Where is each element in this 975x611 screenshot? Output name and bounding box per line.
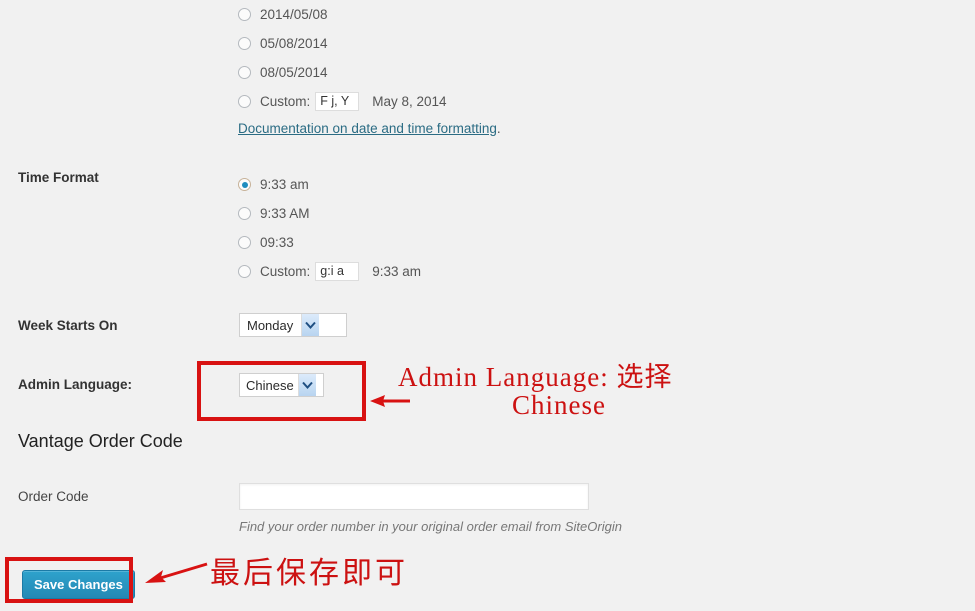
date-format-preview: May 8, 2014 (372, 94, 447, 109)
admin-language-select[interactable]: Chinese (239, 373, 324, 397)
date-time-documentation-link[interactable]: Documentation on date and time formattin… (238, 121, 497, 136)
time-format-option-label: 9:33 AM (260, 206, 310, 221)
time-format-custom-input[interactable] (315, 262, 360, 281)
vantage-order-code-heading: Vantage Order Code (18, 431, 183, 451)
radio-icon[interactable] (238, 66, 251, 79)
date-format-option-label: 2014/05/08 (260, 7, 328, 22)
date-format-option-label: 08/05/2014 (260, 65, 328, 80)
date-format-custom-label: Custom: (260, 94, 311, 109)
chevron-down-icon[interactable] (301, 314, 320, 336)
date-format-doc-line: Documentation on date and time formattin… (238, 116, 501, 140)
time-format-option-label: 09:33 (260, 235, 294, 250)
radio-icon[interactable] (238, 265, 251, 278)
radio-icon[interactable] (238, 8, 251, 21)
save-changes-label: Save Changes (34, 577, 123, 592)
time-format-option[interactable]: 9:33 AM (238, 199, 421, 228)
annotation-text-admin-language-line2: Chinese (512, 390, 606, 420)
radio-icon[interactable] (238, 95, 251, 108)
annotation-text-admin-language-line1: Admin Language: 选择 (398, 362, 673, 392)
radio-icon[interactable] (238, 207, 251, 220)
time-format-option-label: 9:33 am (260, 177, 309, 192)
date-format-option[interactable]: 08/05/2014 (238, 58, 501, 87)
chevron-down-icon[interactable] (297, 374, 316, 396)
admin-language-value: Chinese (246, 377, 294, 393)
order-code-hint: Find your order number in your original … (239, 519, 622, 534)
radio-icon[interactable] (238, 236, 251, 249)
week-starts-on-value: Monday (247, 317, 294, 333)
order-code-label: Order Code (18, 489, 89, 504)
order-code-input[interactable] (239, 483, 589, 510)
date-format-option[interactable]: 2014/05/08 (238, 0, 501, 29)
radio-icon-selected[interactable] (238, 178, 251, 191)
time-format-preview: 9:33 am (372, 264, 422, 279)
date-format-custom-input[interactable] (315, 92, 360, 111)
save-changes-button[interactable]: Save Changes (22, 570, 135, 599)
date-format-options: 2014/05/08 05/08/2014 08/05/2014 Custom:… (238, 0, 501, 140)
admin-language-label: Admin Language: (18, 377, 132, 392)
annotation-text-save: 最后保存即可 (210, 557, 408, 590)
week-starts-on-select[interactable]: Monday (239, 313, 347, 337)
time-format-options: 9:33 am 9:33 AM 09:33 Custom: 9:33 am (238, 170, 421, 286)
annotation-arrow-save-button (145, 562, 208, 583)
week-starts-on-label: Week Starts On (18, 318, 118, 333)
date-format-custom-option[interactable]: Custom: May 8, 2014 (238, 87, 501, 116)
time-format-label: Time Format (18, 170, 99, 185)
time-format-custom-label: Custom: (260, 264, 311, 279)
time-format-option[interactable]: 09:33 (238, 228, 421, 257)
time-format-option[interactable]: 9:33 am (238, 170, 421, 199)
time-format-custom-option[interactable]: Custom: 9:33 am (238, 257, 421, 286)
date-format-option[interactable]: 05/08/2014 (238, 29, 501, 58)
radio-icon[interactable] (238, 37, 251, 50)
date-format-option-label: 05/08/2014 (260, 36, 328, 51)
doc-link-period: . (496, 120, 501, 136)
